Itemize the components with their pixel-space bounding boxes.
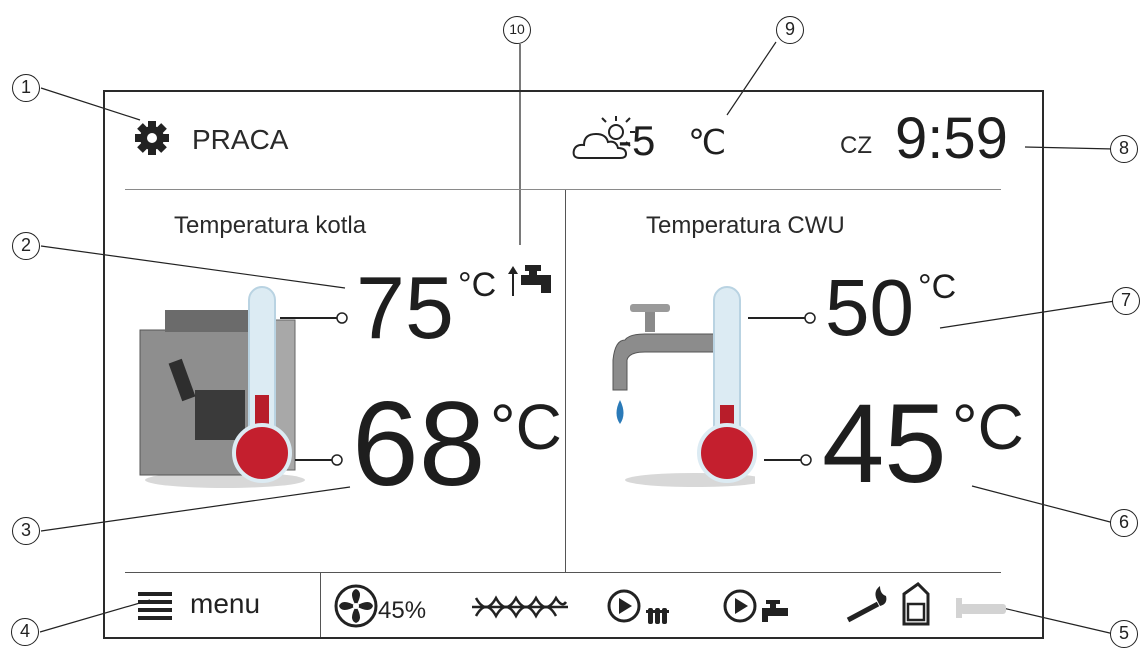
fan-percent: 45% — [378, 597, 427, 624]
callout-2: 2 — [12, 232, 40, 260]
callout-9: 9 — [776, 16, 804, 44]
boiler-actual-pointer — [295, 454, 343, 466]
dhw-priority-icon — [508, 265, 551, 296]
gear-icon — [135, 121, 169, 155]
igniter-icon — [846, 586, 887, 623]
dhw-actual-unit: °C — [952, 391, 1024, 463]
callout-1: 1 — [12, 74, 40, 102]
fuel-tank-icon — [902, 582, 930, 626]
footer-menu-divider — [320, 573, 321, 637]
dhw-actual-pointer — [764, 454, 812, 466]
boiler-title: Temperatura kotla — [174, 212, 367, 239]
dhw-set-unit: °C — [918, 268, 957, 306]
dhw-actual-temp: 45 — [822, 381, 947, 506]
callout-3: 3 — [12, 517, 40, 545]
menu-icon — [138, 592, 172, 620]
day-label: CZ — [840, 132, 872, 159]
boiler-actual-temp: 68 — [352, 377, 486, 511]
fan-icon — [334, 584, 378, 628]
callout-5: 5 — [1110, 620, 1138, 648]
outdoor-temp-value: -5 — [618, 117, 656, 164]
boiler-set-unit: °C — [458, 266, 497, 304]
callout-7: 7 — [1112, 287, 1140, 315]
outdoor-temp-unit: ℃ — [688, 124, 727, 162]
callout-6: 6 — [1110, 509, 1138, 537]
center-divider — [565, 190, 566, 572]
settings-button[interactable] — [132, 118, 172, 158]
status-label: PRACA — [192, 124, 289, 155]
dhw-set-temp[interactable]: 50 — [825, 268, 914, 348]
callout-8: 8 — [1110, 135, 1138, 163]
boiler-set-pointer — [280, 312, 348, 324]
dhw-title: Temperatura CWU — [646, 212, 845, 239]
thermostat-icon — [956, 598, 1006, 618]
boiler-set-temp[interactable]: 75 — [356, 264, 454, 352]
boiler-actual-unit: °C — [490, 391, 562, 463]
header-divider — [125, 189, 1001, 190]
pump-heating-icon — [607, 589, 669, 624]
dhw-set-pointer — [748, 312, 816, 324]
weather-widget[interactable]: -5 ℃ — [572, 112, 772, 168]
footer-divider — [125, 572, 1001, 573]
callout-4: 4 — [11, 618, 39, 646]
feeder-screw-icon — [472, 595, 568, 619]
menu-label: menu — [190, 588, 261, 619]
callout-10: 10 — [503, 16, 531, 44]
time-value: 9:59 — [895, 106, 1008, 171]
clock-widget[interactable]: CZ 9:59 — [840, 108, 1030, 168]
pump-dhw-icon — [723, 589, 788, 623]
menu-button[interactable]: menu — [136, 582, 306, 630]
